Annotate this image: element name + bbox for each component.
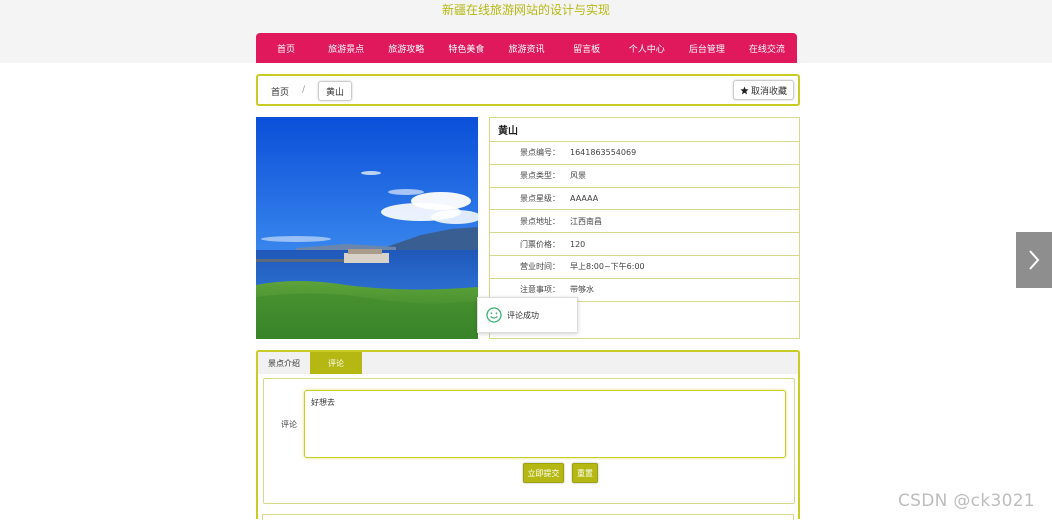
nav-item-chat[interactable]: 在线交流	[737, 33, 797, 63]
main-nav: 首页 旅游景点 旅游攻略 特色美食 旅游资讯 留言板 个人中心 后台管理 在线交…	[256, 33, 797, 63]
info-label: 景点星级：	[520, 193, 560, 203]
breadcrumb-current[interactable]: 黄山	[318, 81, 353, 101]
nav-item-travel-news[interactable]: 旅游资讯	[496, 33, 556, 63]
comment-label: 评论	[281, 420, 297, 429]
submit-comment-button[interactable]: 立即提交	[523, 463, 564, 483]
info-value: AAAAA	[570, 193, 599, 203]
unfavorite-label: 取消收藏	[750, 86, 787, 97]
info-label: 景点类型：	[520, 171, 560, 181]
info-label: 景点地址：	[520, 216, 560, 226]
site-title: 新疆在线旅游网站的设计与实现	[441, 3, 610, 17]
info-row: 景点编号： 1641863554069	[490, 142, 799, 165]
detail-tabs-panel: 景点介绍 评论 评论 好想去 立即提交 重置	[256, 350, 800, 519]
info-row: 景点星级： AAAAA	[490, 188, 799, 211]
toast-text: 评论成功	[507, 310, 539, 320]
watermark: CSDN @ck3021	[898, 491, 1035, 511]
info-row: 营业时间： 早上8:00~下午6:00	[490, 256, 799, 279]
info-label: 营业时间：	[520, 262, 560, 272]
info-value: 风景	[570, 171, 586, 181]
nav-item-admin[interactable]: 后台管理	[677, 33, 737, 63]
breadcrumb: 首页 / 黄山 取消收藏	[256, 74, 800, 106]
info-row: 景点地址： 江西南昌	[490, 210, 799, 234]
info-value: 1641863554069	[570, 148, 637, 158]
spot-photo	[256, 117, 478, 339]
breadcrumb-home[interactable]: 首页	[271, 85, 289, 98]
nav-item-message-board[interactable]: 留言板	[557, 33, 617, 63]
unfavorite-button[interactable]: 取消收藏	[732, 80, 794, 100]
comment-form: 评论 好想去 立即提交 重置	[263, 378, 795, 504]
info-row: 门票价格： 120	[490, 233, 799, 256]
info-value: 120	[570, 239, 586, 249]
comment-list-box	[262, 514, 794, 520]
reset-button[interactable]: 重置	[572, 463, 598, 483]
nav-item-user-center[interactable]: 个人中心	[617, 33, 677, 63]
info-value: 早上8:00~下午6:00	[570, 262, 645, 272]
spot-name: 黄山	[490, 118, 799, 142]
success-toast: 评论成功	[477, 297, 578, 333]
info-value: 江西南昌	[570, 216, 602, 226]
tab-bar: 景点介绍 评论	[258, 352, 798, 374]
nav-item-local-food[interactable]: 特色美食	[436, 33, 496, 63]
tab-comments[interactable]: 评论	[310, 352, 362, 374]
breadcrumb-separator: /	[302, 85, 306, 95]
next-slide-button[interactable]	[1016, 232, 1052, 288]
nav-item-home[interactable]: 首页	[256, 33, 316, 63]
info-row: 景点类型： 风景	[490, 165, 799, 188]
info-label: 景点编号：	[520, 148, 560, 158]
info-value: 带够水	[570, 285, 594, 295]
nav-item-travel-guides[interactable]: 旅游攻略	[376, 33, 436, 63]
comment-textarea[interactable]: 好想去	[304, 390, 786, 458]
info-label: 注意事项：	[520, 285, 560, 295]
smile-icon	[486, 307, 502, 323]
nav-item-scenic-spots[interactable]: 旅游景点	[316, 33, 376, 63]
chevron-right-icon	[1029, 250, 1040, 270]
info-label: 门票价格：	[520, 239, 560, 249]
tab-spot-intro[interactable]: 景点介绍	[258, 352, 310, 374]
star-icon	[740, 85, 749, 94]
